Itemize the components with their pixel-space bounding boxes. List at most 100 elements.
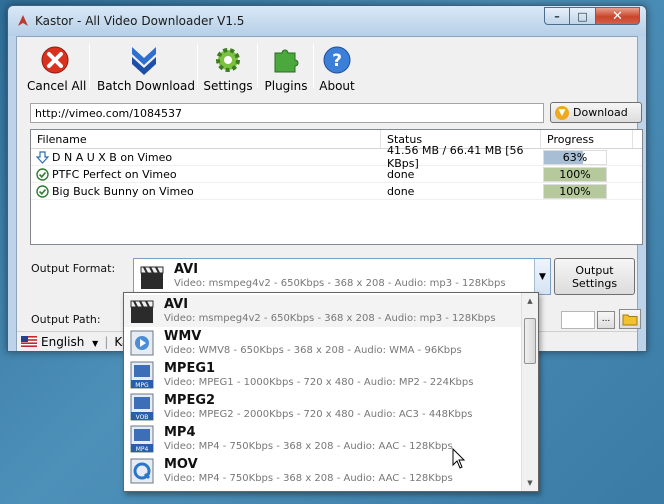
scrollbar-thumb[interactable] xyxy=(524,318,536,364)
progress-text: 63% xyxy=(562,150,588,164)
format-option-description: Video: msmpeg4v2 - 650Kbps - 368 x 208 -… xyxy=(164,312,496,324)
format-option[interactable]: AVI Video: msmpeg4v2 - 650Kbps - 368 x 20… xyxy=(124,295,522,327)
dropdown-scrollbar[interactable]: ▲ ▼ xyxy=(521,293,538,491)
format-option[interactable]: MPG MPEG1 Video: MPEG1 - 1000Kbps - 720 x … xyxy=(124,359,522,391)
download-arrow-icon: ▼ xyxy=(555,105,569,120)
cancel-all-label: Cancel All xyxy=(27,79,87,93)
download-row[interactable]: Big Buck Bunny on Vimeo done 100% xyxy=(31,183,642,200)
download-label: Download xyxy=(573,106,628,119)
title-bar: Kastor - All Video Downloader V1.5 – □ ✕ xyxy=(8,6,646,36)
format-dropdown-list[interactable]: AVI Video: msmpeg4v2 - 650Kbps - 368 x 20… xyxy=(123,292,539,492)
format-option-name: MP4 xyxy=(164,424,196,440)
output-settings-button[interactable]: Output Settings xyxy=(554,258,635,295)
us-flag-icon xyxy=(21,336,37,347)
cancel-x-icon xyxy=(41,46,69,74)
format-option-name: MPEG1 xyxy=(164,360,216,376)
maximize-icon: □ xyxy=(577,9,588,23)
column-header-progress[interactable]: Progress xyxy=(541,130,633,148)
close-button[interactable]: ✕ xyxy=(596,7,640,25)
format-option-description: Video: MPEG2 - 2000Kbps - 720 x 480 - Au… xyxy=(164,408,473,420)
check-circle-icon xyxy=(36,184,49,198)
toolbar-separator xyxy=(197,44,198,88)
download-row[interactable]: D N A U X B on Vimeo 41.56 MB / 66.41 MB … xyxy=(31,144,642,170)
format-option-name: MPEG2 xyxy=(164,392,216,408)
toolbar-separator xyxy=(313,44,314,88)
url-input[interactable] xyxy=(30,103,544,123)
output-format-select[interactable]: AVI Video: msmpeg4v2 - 650Kbps - 368 x 2… xyxy=(133,258,551,295)
row-filename: D N A U X B on Vimeo xyxy=(52,150,173,164)
selected-format-description: Video: msmpeg4v2 - 650Kbps - 368 x 208 -… xyxy=(174,278,506,289)
format-option-description: Video: WMV8 - 650Kbps - 368 x 208 - Audi… xyxy=(164,344,462,356)
svg-text:MP4: MP4 xyxy=(136,446,149,453)
output-path-label: Output Path: xyxy=(31,313,101,326)
cancel-all-button[interactable]: Cancel All xyxy=(27,44,87,94)
scroll-up-button[interactable]: ▲ xyxy=(522,293,538,309)
clapperboard-icon xyxy=(128,296,156,326)
language-selector[interactable]: English ▼ xyxy=(41,335,98,349)
list-header: Filename Status Progress xyxy=(31,130,642,149)
about-label: About xyxy=(319,79,355,93)
row-filename-cell: PTFC Perfect on Vimeo xyxy=(31,168,381,181)
scroll-down-icon: ▼ xyxy=(527,479,533,487)
media-player-icon xyxy=(128,328,156,358)
window-title: Kastor - All Video Downloader V1.5 xyxy=(35,14,245,28)
download-row[interactable]: PTFC Perfect on Vimeo done 100% xyxy=(31,166,642,183)
svg-text:VOB: VOB xyxy=(136,414,149,421)
double-chevron-down-icon xyxy=(132,47,156,75)
settings-label: Settings xyxy=(203,79,253,93)
mpg-file-icon: MPG xyxy=(128,360,156,390)
folder-icon xyxy=(622,314,638,325)
batch-download-label: Batch Download xyxy=(97,79,195,93)
row-filename-cell: Big Buck Bunny on Vimeo xyxy=(31,185,381,198)
format-option-name: AVI xyxy=(164,296,189,312)
download-arrow-icon xyxy=(36,150,49,164)
scroll-down-button[interactable]: ▼ xyxy=(522,475,538,491)
progress-bar: 100% xyxy=(543,183,607,199)
maximize-button[interactable]: □ xyxy=(570,7,596,25)
plugins-label: Plugins xyxy=(264,79,308,93)
open-folder-button[interactable] xyxy=(619,309,641,329)
mp4-file-icon: MP4 xyxy=(128,424,156,454)
row-progress-cell: 100% xyxy=(541,166,633,182)
row-filename: Big Buck Bunny on Vimeo xyxy=(52,184,194,198)
format-option-name: MOV xyxy=(164,456,198,472)
column-header-filename[interactable]: Filename xyxy=(31,130,381,148)
scroll-up-icon: ▲ xyxy=(527,297,533,305)
batch-download-button[interactable]: Batch Download xyxy=(97,44,195,94)
plugins-button[interactable]: Plugins xyxy=(261,44,311,94)
row-filename: PTFC Perfect on Vimeo xyxy=(52,167,177,181)
language-label: English xyxy=(41,334,85,349)
settings-button[interactable]: Settings xyxy=(203,44,253,94)
progress-text: 100% xyxy=(559,167,591,181)
row-filename-cell: D N A U X B on Vimeo xyxy=(31,151,381,164)
check-circle-icon xyxy=(36,167,49,181)
format-option-description: Video: MP4 - 750Kbps - 368 x 208 - Audio… xyxy=(164,472,453,484)
close-icon: ✕ xyxy=(612,8,623,24)
minimize-button[interactable]: – xyxy=(544,7,570,25)
download-button[interactable]: ▼ Download xyxy=(550,102,642,123)
toolbar: Cancel All Batch Download Settings Plugi… xyxy=(17,37,637,95)
format-option-description: Video: MPEG1 - 1000Kbps - 720 x 480 - Au… xyxy=(164,376,474,388)
browse-button[interactable]: ... xyxy=(597,311,615,329)
question-mark-icon: ? xyxy=(323,46,351,74)
row-status: done xyxy=(387,184,415,198)
progress-text: 100% xyxy=(559,184,591,198)
chevron-down-icon: ▼ xyxy=(92,338,99,348)
clapperboard-icon xyxy=(140,266,164,289)
progress-bar: 63% xyxy=(543,149,607,165)
minimize-icon: – xyxy=(554,9,560,23)
row-status: 41.56 MB / 66.41 MB [56 KBps] xyxy=(387,144,524,170)
row-progress-cell: 100% xyxy=(541,183,633,199)
dvd-vob-icon: VOB xyxy=(128,392,156,422)
quicktime-icon xyxy=(128,456,156,486)
format-option[interactable]: WMV Video: WMV8 - 650Kbps - 368 x 208 - A… xyxy=(124,327,522,359)
status-divider: | xyxy=(104,334,109,349)
format-option[interactable]: VOB MPEG2 Video: MPEG2 - 2000Kbps - 720 x … xyxy=(124,391,522,423)
about-button[interactable]: ? About xyxy=(315,44,359,94)
output-path-input[interactable] xyxy=(561,311,595,329)
chevron-down-icon: ▼ xyxy=(539,271,546,282)
download-list[interactable]: Filename Status Progress D N A U X B on … xyxy=(30,129,643,245)
row-progress-cell: 63% xyxy=(541,149,633,165)
dropdown-arrow-button[interactable]: ▼ xyxy=(534,259,550,294)
selected-format-name: AVI xyxy=(174,262,199,277)
